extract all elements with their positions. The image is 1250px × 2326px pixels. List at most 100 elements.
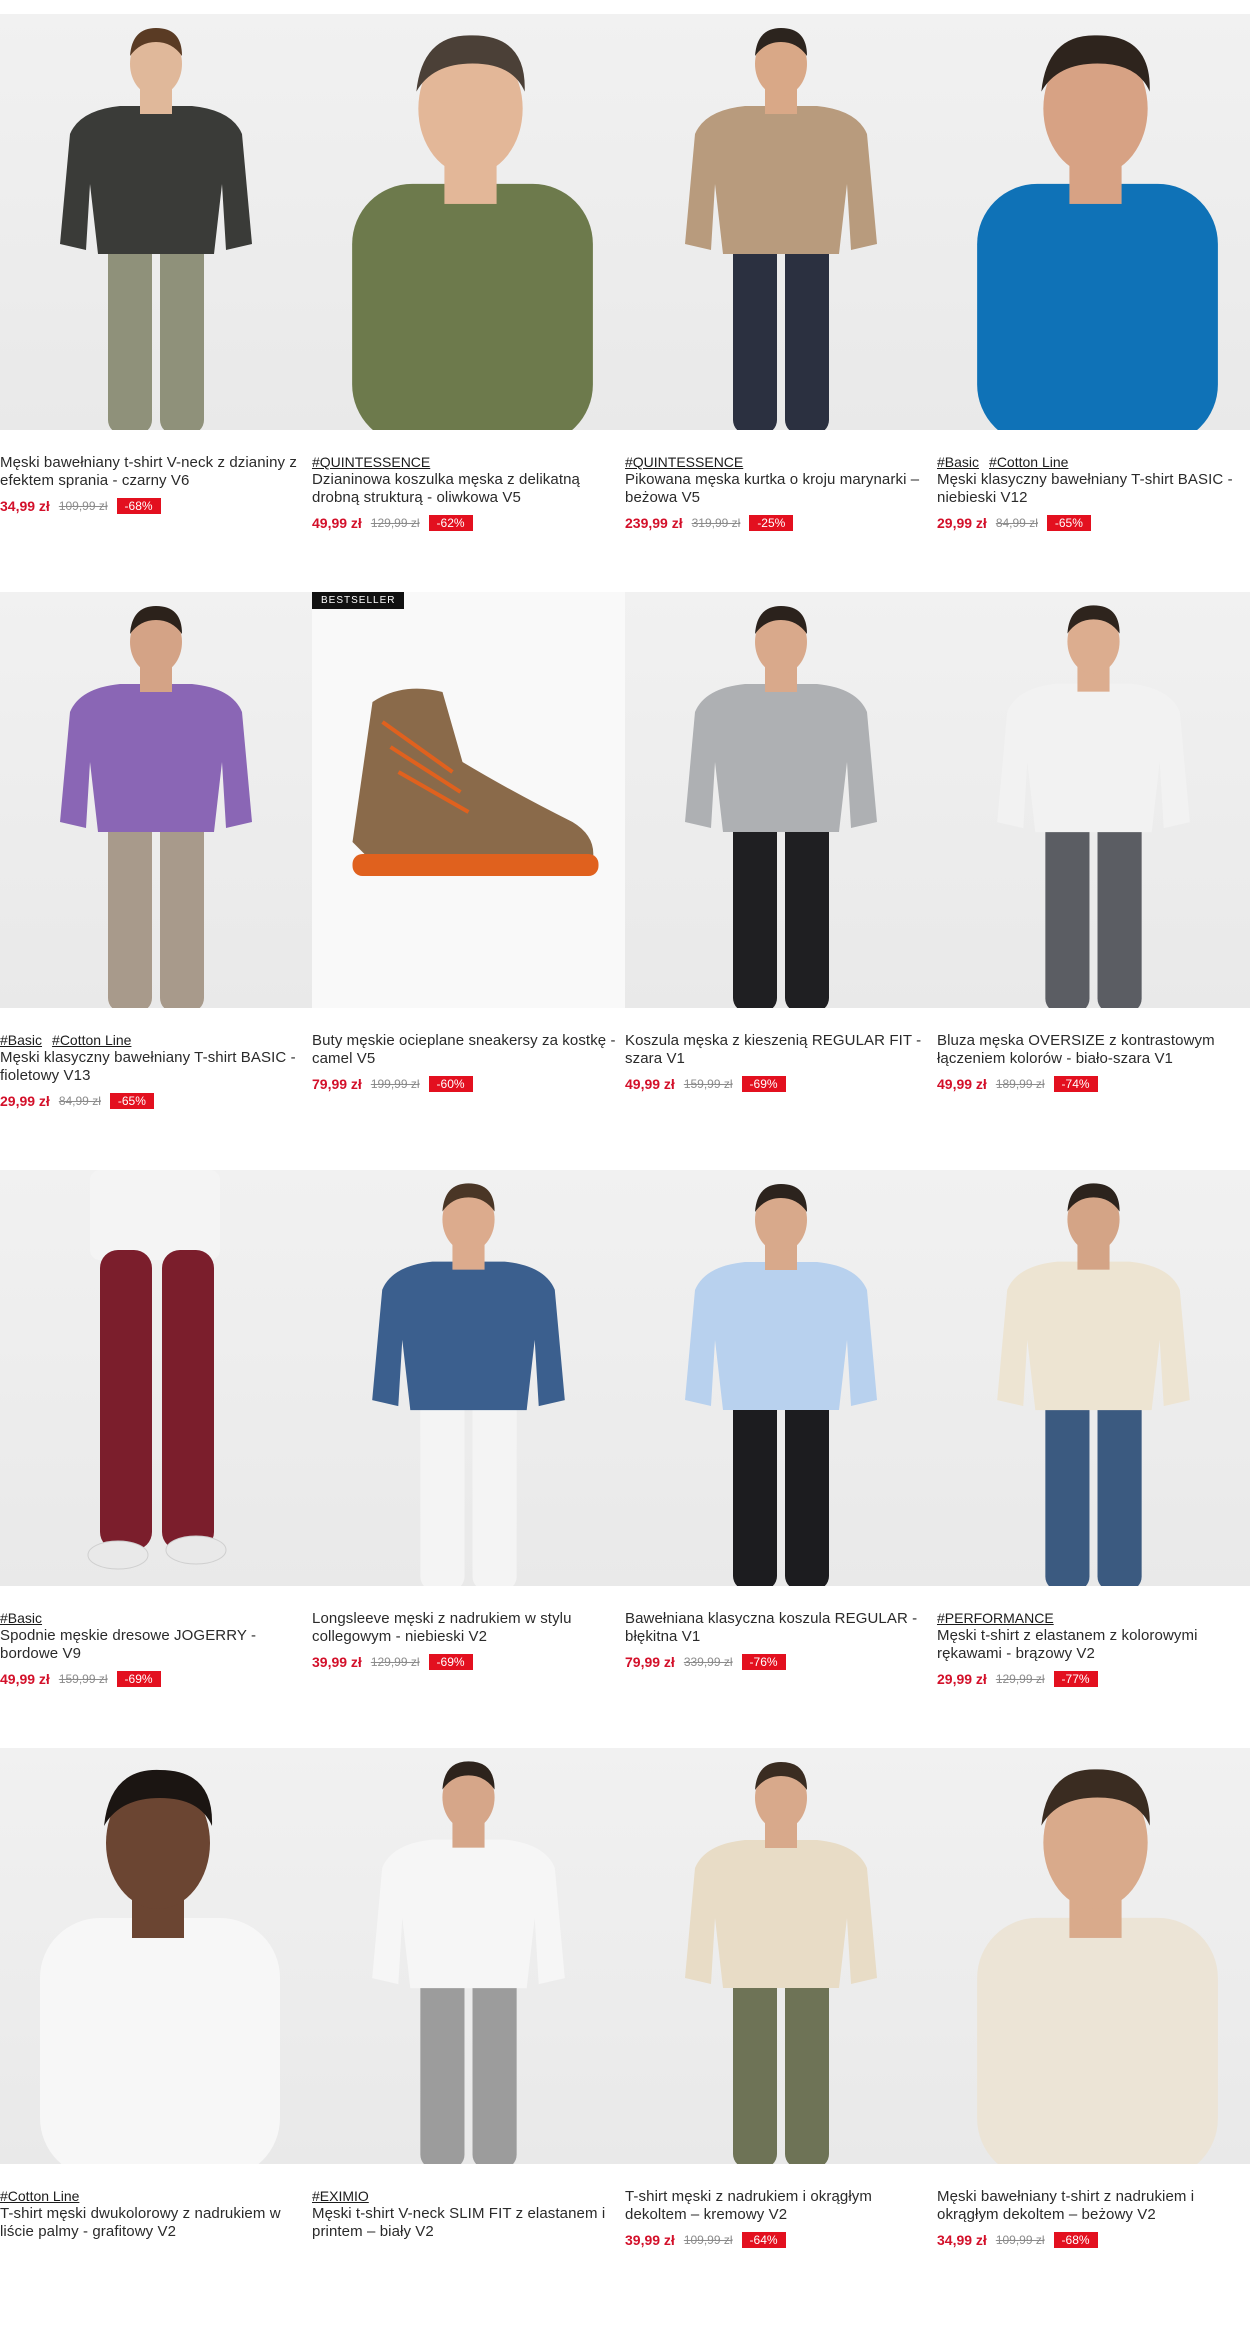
product-image[interactable]: BESTSELLER <box>312 592 625 1008</box>
product-title[interactable]: T-shirt męski z nadrukiem i okrągłym dek… <box>625 2188 933 2224</box>
product-image[interactable] <box>937 14 1250 430</box>
old-price: 129,99 zł <box>995 1672 1045 1686</box>
product-image[interactable] <box>625 1748 937 2164</box>
product-image[interactable] <box>625 1170 937 1586</box>
product-image[interactable] <box>937 1748 1250 2164</box>
price-row: 49,99 zł 159,99 zł -69% <box>625 1076 933 1092</box>
old-price: 84,99 zł <box>995 516 1038 530</box>
product-title[interactable]: Koszula męska z kieszenią REGULAR FIT - … <box>625 1032 933 1068</box>
discount-badge: -64% <box>741 2232 786 2248</box>
product-title[interactable]: Męski t-shirt z elastanem z kolorowymi r… <box>937 1627 1246 1663</box>
price-row: 49,99 zł 189,99 zł -74% <box>937 1076 1246 1092</box>
old-price: 109,99 zł <box>58 499 108 513</box>
product-info: Bluza męska OVERSIZE z kontrastowym łącz… <box>937 1008 1250 1092</box>
product-info: #Basic #Cotton Line Męski klasyczny bawełn… <box>0 1008 312 1109</box>
product-image[interactable] <box>625 592 937 1008</box>
price-row: 39,99 zł 129,99 zł -69% <box>312 1654 621 1670</box>
product-title[interactable]: Męski bawełniany t-shirt V-neck z dziani… <box>0 454 308 490</box>
product-title[interactable]: Dzianinowa koszulka męska z delikatną dr… <box>312 471 621 507</box>
discount-badge: -25% <box>749 515 794 531</box>
product-title[interactable]: Buty męskie ocieplane sneakersy za kostk… <box>312 1032 621 1068</box>
product-image[interactable] <box>937 1170 1250 1586</box>
product-card[interactable]: #PERFORMANCE Męski t-shirt z elastanem z … <box>937 1170 1250 1748</box>
product-card[interactable]: Męski bawełniany t-shirt z nadrukiem i o… <box>937 1748 1250 2326</box>
product-card[interactable]: #EXIMIO Męski t-shirt V-neck SLIM FIT z e… <box>312 1748 625 2326</box>
product-title[interactable]: Męski klasyczny bawełniany T-shirt BASIC… <box>937 471 1246 507</box>
current-price: 29,99 zł <box>937 515 987 531</box>
price-row: 49,99 zł 129,99 zł -62% <box>312 515 621 531</box>
product-card[interactable]: #Basic Spodnie męskie dresowe JOGERRY - b… <box>0 1170 312 1748</box>
current-price: 239,99 zł <box>625 515 683 531</box>
product-title[interactable]: Bawełniana klasyczna koszula REGULAR - b… <box>625 1610 933 1646</box>
product-tag-link[interactable]: #Cotton Line <box>52 1032 131 1048</box>
product-image[interactable] <box>0 1170 312 1586</box>
product-image[interactable] <box>312 1748 625 2164</box>
product-tag-link[interactable]: #Basic <box>0 1032 42 1048</box>
product-title[interactable]: Bluza męska OVERSIZE z kontrastowym łącz… <box>937 1032 1246 1068</box>
product-card[interactable]: Bawełniana klasyczna koszula REGULAR - b… <box>625 1170 937 1748</box>
product-image[interactable] <box>0 592 312 1008</box>
product-image[interactable] <box>937 592 1250 1008</box>
product-info: #PERFORMANCE Męski t-shirt z elastanem z … <box>937 1586 1250 1687</box>
product-info: #QUINTESSENCE Pikowana męska kurtka o kro… <box>625 430 937 531</box>
product-tag-link[interactable]: #Basic <box>937 454 979 470</box>
discount-badge: -69% <box>741 1076 786 1092</box>
discount-badge: -76% <box>741 1654 786 1670</box>
product-card[interactable]: Koszula męska z kieszenią REGULAR FIT - … <box>625 592 937 1170</box>
product-card[interactable]: T-shirt męski z nadrukiem i okrągłym dek… <box>625 1748 937 2326</box>
price-row: 79,99 zł 339,99 zł -76% <box>625 1654 933 1670</box>
product-title[interactable]: T-shirt męski dwukolorowy z nadrukiem w … <box>0 2205 308 2241</box>
product-title[interactable]: Męski t-shirt V-neck SLIM FIT z elastane… <box>312 2205 621 2241</box>
product-card[interactable]: Bluza męska OVERSIZE z kontrastowym łącz… <box>937 592 1250 1170</box>
product-tag-link[interactable]: #Basic <box>0 1610 42 1626</box>
discount-badge: -65% <box>109 1093 154 1109</box>
bestseller-badge: BESTSELLER <box>312 592 405 609</box>
product-info: Koszula męska z kieszenią REGULAR FIT - … <box>625 1008 937 1092</box>
product-tag-link[interactable]: #EXIMIO <box>312 2188 369 2204</box>
current-price: 49,99 zł <box>937 1076 987 1092</box>
discount-badge: -74% <box>1053 1076 1098 1092</box>
product-tag-link[interactable]: #PERFORMANCE <box>937 1610 1054 1626</box>
product-tag-link[interactable]: #Cotton Line <box>0 2188 79 2204</box>
product-title[interactable]: Pikowana męska kurtka o kroju marynarki … <box>625 471 933 507</box>
product-image[interactable] <box>312 14 625 430</box>
price-row: 29,99 zł 84,99 zł -65% <box>937 515 1246 531</box>
discount-badge: -62% <box>428 515 473 531</box>
current-price: 79,99 zł <box>312 1076 362 1092</box>
product-tag-link[interactable]: #QUINTESSENCE <box>625 454 743 470</box>
product-card[interactable]: #Cotton Line T-shirt męski dwukolorowy z … <box>0 1748 312 2326</box>
product-card[interactable]: Longsleeve męski z nadrukiem w stylu col… <box>312 1170 625 1748</box>
product-image[interactable] <box>312 1170 625 1586</box>
product-card[interactable]: #QUINTESSENCE Pikowana męska kurtka o kro… <box>625 14 937 592</box>
price-row: 39,99 zł 109,99 zł -64% <box>625 2232 933 2248</box>
price-row: 34,99 zł 109,99 zł -68% <box>937 2232 1246 2248</box>
current-price: 29,99 zł <box>937 1671 987 1687</box>
product-info: Męski bawełniany t-shirt V-neck z dziani… <box>0 430 312 514</box>
product-card[interactable]: #Basic #Cotton Line Męski klasyczny bawełn… <box>0 592 312 1170</box>
product-image[interactable] <box>625 14 937 430</box>
old-price: 109,99 zł <box>683 2233 733 2247</box>
product-card[interactable]: #QUINTESSENCE Dzianinowa koszulka męska z… <box>312 14 625 592</box>
discount-badge: -69% <box>116 1671 161 1687</box>
discount-badge: -60% <box>428 1076 473 1092</box>
product-info: T-shirt męski z nadrukiem i okrągłym dek… <box>625 2164 937 2248</box>
product-tags: #Basic <box>0 1610 308 1627</box>
product-title[interactable]: Męski klasyczny bawełniany T-shirt BASIC… <box>0 1049 308 1085</box>
product-title[interactable]: Męski bawełniany t-shirt z nadrukiem i o… <box>937 2188 1246 2224</box>
product-card[interactable]: BESTSELLER Buty męskie ocieplane sneakers… <box>312 592 625 1170</box>
product-tag-link[interactable]: #Cotton Line <box>989 454 1068 470</box>
price-row: 239,99 zł 319,99 zł -25% <box>625 515 933 531</box>
current-price: 49,99 zł <box>0 1671 50 1687</box>
product-info: Męski bawełniany t-shirt z nadrukiem i o… <box>937 2164 1250 2248</box>
discount-badge: -65% <box>1046 515 1091 531</box>
product-info: Buty męskie ocieplane sneakersy za kostk… <box>312 1008 625 1092</box>
product-image[interactable] <box>0 1748 312 2164</box>
product-card[interactable]: Męski bawełniany t-shirt V-neck z dziani… <box>0 14 312 592</box>
product-info: #Basic #Cotton Line Męski klasyczny bawełn… <box>937 430 1250 531</box>
product-card[interactable]: #Basic #Cotton Line Męski klasyczny bawełn… <box>937 14 1250 592</box>
product-tag-link[interactable]: #QUINTESSENCE <box>312 454 430 470</box>
product-image[interactable] <box>0 14 312 430</box>
product-title[interactable]: Longsleeve męski z nadrukiem w stylu col… <box>312 1610 621 1646</box>
product-title[interactable]: Spodnie męskie dresowe JOGERRY - bordowe… <box>0 1627 308 1663</box>
price-row: 29,99 zł 129,99 zł -77% <box>937 1671 1246 1687</box>
